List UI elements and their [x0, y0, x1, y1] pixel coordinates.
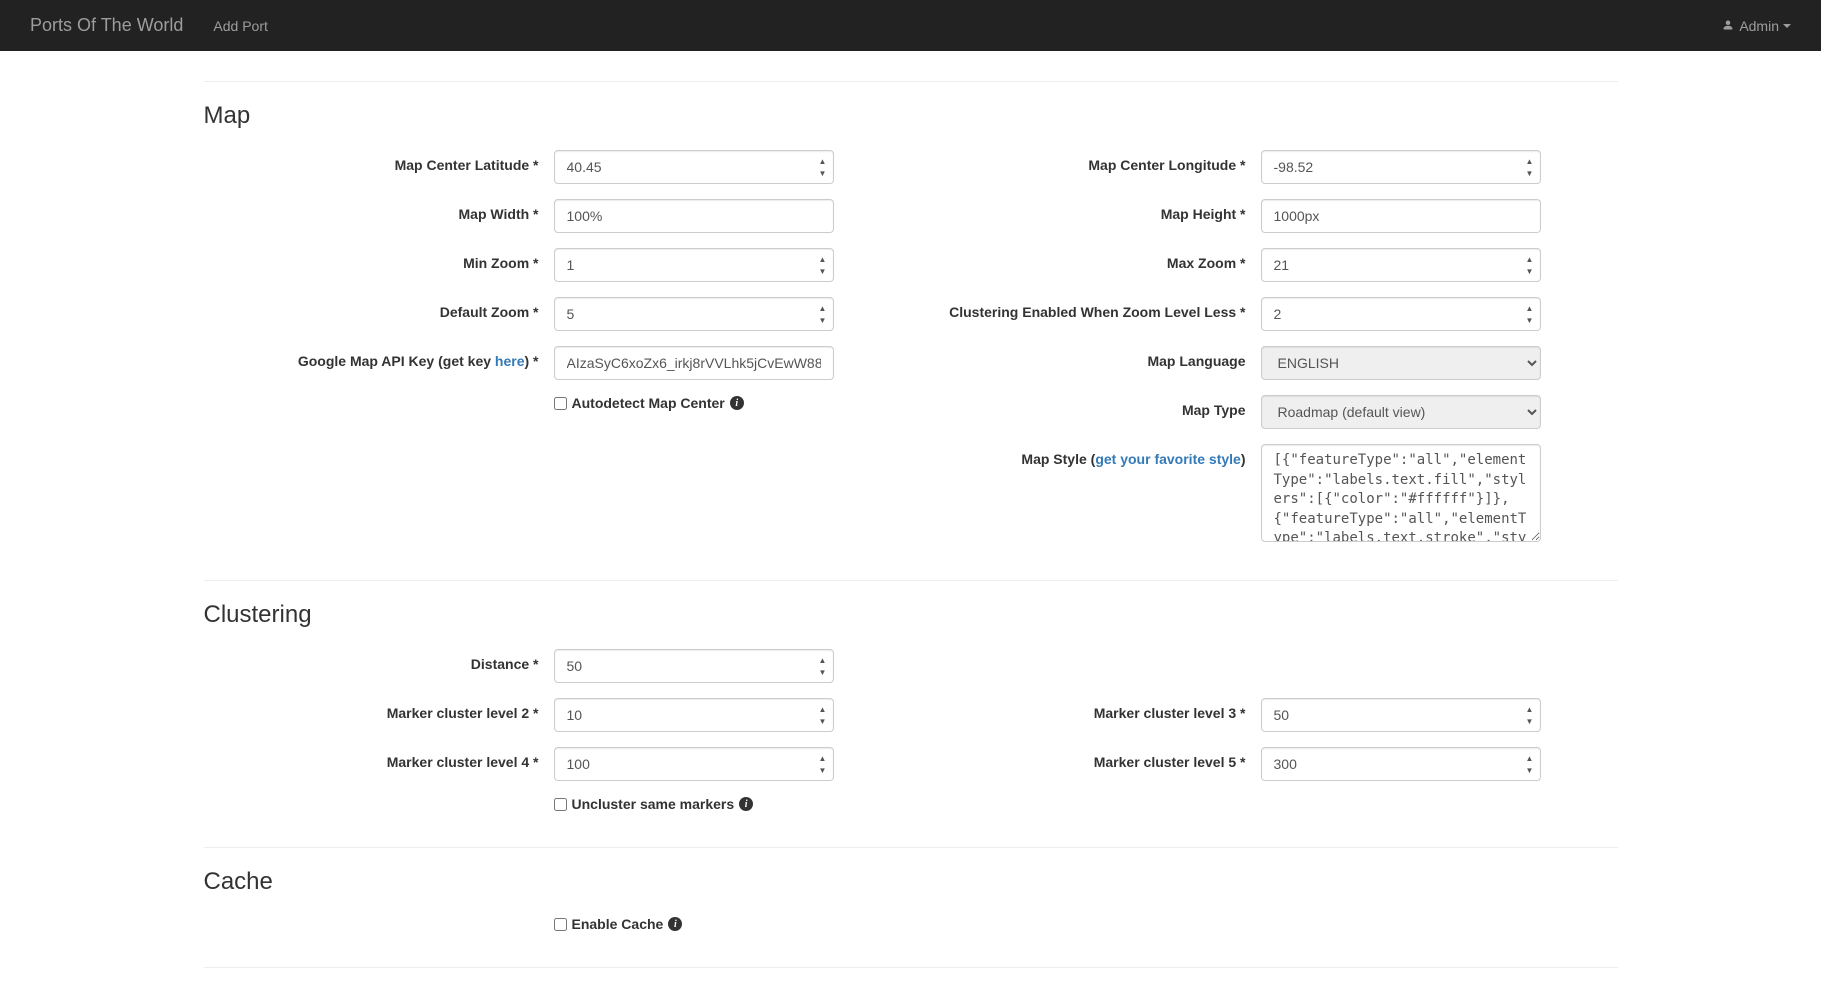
center-lng-input[interactable] [1261, 150, 1541, 184]
uncluster-checkbox[interactable] [554, 798, 567, 811]
center-lng-label: Map Center Longitude * [911, 150, 1261, 173]
uncluster-label: Uncluster same markers i [572, 796, 754, 812]
navbar-left: Ports Of The World Add Port [15, 0, 283, 51]
map-section-title: Map [204, 102, 1618, 130]
max-zoom-input[interactable] [1261, 248, 1541, 282]
info-icon: i [730, 396, 744, 410]
map-height-label: Map Height * [911, 199, 1261, 222]
map-style-link[interactable]: get your favorite style [1095, 451, 1241, 467]
brand-link[interactable]: Ports Of The World [15, 0, 198, 51]
cache-section: Cache Enable Cache i [204, 848, 1618, 968]
clustering-zoom-label: Clustering Enabled When Zoom Level Less … [911, 297, 1261, 320]
cluster-level4-input[interactable] [554, 747, 834, 781]
api-key-input[interactable] [554, 346, 834, 380]
autodetect-checkbox[interactable] [554, 397, 567, 410]
default-zoom-input[interactable] [554, 297, 834, 331]
navbar-right: Admin [1707, 3, 1806, 49]
map-style-textarea[interactable] [1261, 444, 1541, 542]
center-lat-label: Map Center Latitude * [204, 150, 554, 173]
cluster-level5-input[interactable] [1261, 747, 1541, 781]
api-key-link[interactable]: here [495, 353, 525, 369]
map-section: Map Map Center Latitude * ▲▼ Map Center … [204, 81, 1618, 581]
autodetect-label: Autodetect Map Center i [572, 395, 744, 411]
center-lat-input[interactable] [554, 150, 834, 184]
cache-section-title: Cache [204, 868, 1618, 896]
map-style-label: Map Style (get your favorite style) [911, 444, 1261, 467]
map-width-label: Map Width * [204, 199, 554, 222]
add-port-link[interactable]: Add Port [198, 3, 282, 49]
map-width-input[interactable] [554, 199, 834, 233]
distance-input[interactable] [554, 649, 834, 683]
user-icon [1722, 18, 1734, 34]
max-zoom-label: Max Zoom * [911, 248, 1261, 271]
clustering-section: Clustering Distance * ▲▼ Marker cluster … [204, 581, 1618, 848]
cluster-level3-label: Marker cluster level 3 * [911, 698, 1261, 721]
default-zoom-label: Default Zoom * [204, 297, 554, 320]
cluster-level5-label: Marker cluster level 5 * [911, 747, 1261, 770]
map-type-select[interactable]: Roadmap (default view) [1261, 395, 1541, 429]
chevron-down-icon [1783, 24, 1791, 28]
enable-cache-checkbox[interactable] [554, 918, 567, 931]
cluster-level4-label: Marker cluster level 4 * [204, 747, 554, 770]
navbar: Ports Of The World Add Port Admin [0, 0, 1821, 51]
clustering-zoom-input[interactable] [1261, 297, 1541, 331]
clustering-section-title: Clustering [204, 601, 1618, 629]
min-zoom-label: Min Zoom * [204, 248, 554, 271]
cluster-level2-label: Marker cluster level 2 * [204, 698, 554, 721]
min-zoom-input[interactable] [554, 248, 834, 282]
enable-cache-label: Enable Cache i [572, 916, 683, 932]
cluster-level2-input[interactable] [554, 698, 834, 732]
info-icon: i [739, 797, 753, 811]
map-type-label: Map Type [911, 395, 1261, 418]
api-key-label: Google Map API Key (get key here) * [204, 346, 554, 369]
cluster-level3-input[interactable] [1261, 698, 1541, 732]
user-label: Admin [1739, 18, 1779, 34]
language-select[interactable]: ENGLISH [1261, 346, 1541, 380]
map-height-input[interactable] [1261, 199, 1541, 233]
language-label: Map Language [911, 346, 1261, 369]
info-icon: i [668, 917, 682, 931]
distance-label: Distance * [204, 649, 554, 672]
main-container: Map Map Center Latitude * ▲▼ Map Center … [189, 81, 1633, 968]
user-menu[interactable]: Admin [1707, 3, 1806, 49]
